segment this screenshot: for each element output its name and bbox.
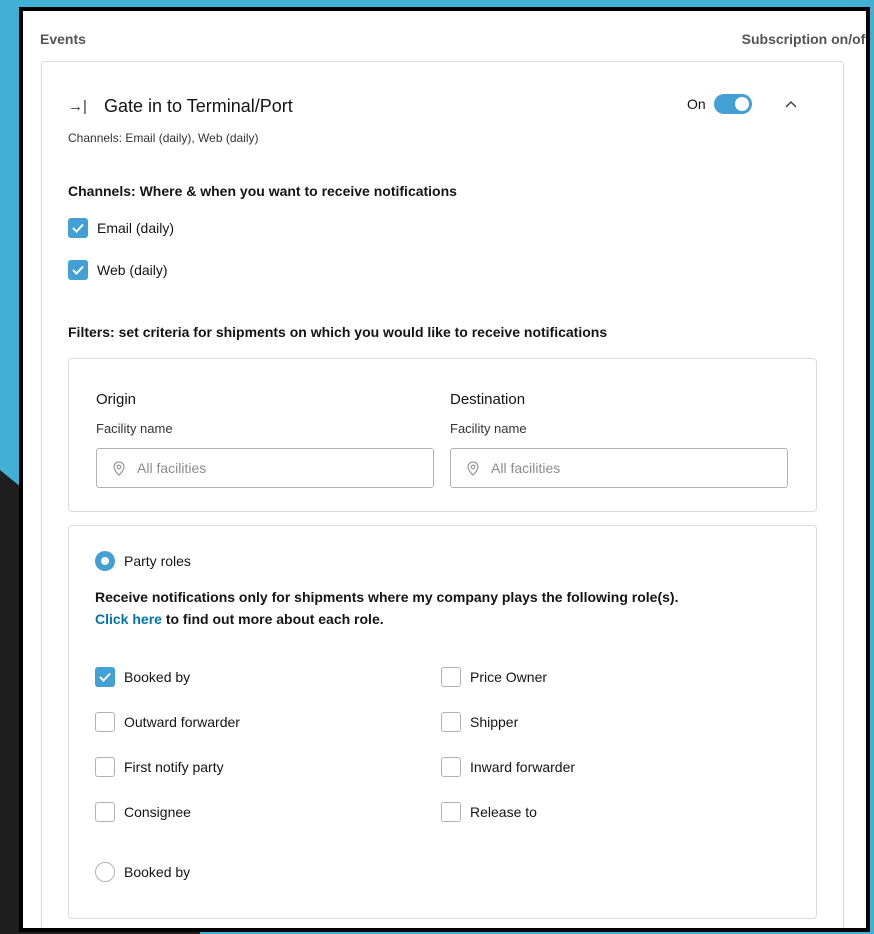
link-suffix-text: to find out more about each role. [161,611,384,627]
checkbox-empty-icon [441,802,461,822]
booked-by-radio-label: Booked by [124,864,191,880]
channel-email-label: Email (daily) [97,220,175,236]
checkbox-empty-icon [441,712,461,732]
party-roles-panel: Party roles Receive notifications only f… [68,525,817,919]
channel-web-checkbox[interactable]: Web (daily) [68,260,168,280]
event-card: →| Gate in to Terminal/Port Channels: Em… [41,61,844,928]
event-title-row: →| Gate in to Terminal/Port [68,96,293,117]
role-release-to-checkbox[interactable]: Release to [441,802,537,822]
event-title: Gate in to Terminal/Port [104,96,293,116]
origin-placeholder: All facilities [137,460,207,476]
role-label: Outward forwarder [124,714,240,730]
role-price-owner-checkbox[interactable]: Price Owner [441,667,547,687]
facility-filter-panel: Origin Facility name All facilities Dest… [68,358,817,512]
checkbox-checked-icon [95,667,115,687]
notification-settings-window: Events Subscription on/off →| Gate in to… [19,7,870,932]
radio-selected-icon [95,551,115,571]
filters-heading: Filters: set criteria for shipments on w… [68,324,608,340]
chevron-up-icon[interactable] [785,96,797,111]
checkbox-checked-icon [68,218,88,238]
checkbox-empty-icon [441,667,461,687]
party-roles-description: Receive notifications only for shipments… [95,589,679,605]
checkbox-empty-icon [95,757,115,777]
role-shipper-checkbox[interactable]: Shipper [441,712,518,732]
role-booked-by-checkbox[interactable]: Booked by [95,667,190,687]
destination-facility-input[interactable]: All facilities [450,448,788,488]
arrow-to-bar-icon: →| [68,98,87,115]
role-outward-forwarder-checkbox[interactable]: Outward forwarder [95,712,240,732]
events-header: Events Subscription on/off [40,31,866,47]
party-roles-label: Party roles [124,553,191,569]
event-channels-summary: Channels: Email (daily), Web (daily) [68,131,259,145]
click-here-link[interactable]: Click here [95,611,162,627]
subscription-toggle-group: On [687,94,752,114]
role-label: Shipper [470,714,519,730]
party-roles-radio[interactable]: Party roles [95,551,191,571]
role-label: Price Owner [470,669,548,685]
location-pin-icon [467,460,479,476]
destination-placeholder: All facilities [491,460,561,476]
subscription-label: Subscription on/off [741,31,870,47]
role-label: Consignee [124,804,191,820]
origin-sublabel: Facility name [96,421,173,436]
toggle-label: On [687,96,706,112]
role-label: Inward forwarder [470,759,576,775]
checkbox-empty-icon [441,757,461,777]
role-consignee-checkbox[interactable]: Consignee [95,802,191,822]
toggle-knob [734,97,749,111]
destination-label: Destination [450,391,526,408]
role-label: Release to [470,804,537,820]
location-pin-icon [113,460,125,476]
channel-web-label: Web (daily) [97,262,168,278]
origin-label: Origin [96,391,137,408]
origin-facility-input[interactable]: All facilities [96,448,434,488]
booked-by-radio[interactable]: Booked by [95,862,190,882]
role-label: Booked by [124,669,191,685]
events-label: Events [40,31,86,47]
party-roles-link-line: Click here to find out more about each r… [95,611,384,627]
subscription-toggle[interactable] [713,94,752,114]
channels-heading: Channels: Where & when you want to recei… [68,183,457,199]
channel-email-checkbox[interactable]: Email (daily) [68,218,174,238]
role-first-notify-party-checkbox[interactable]: First notify party [95,757,224,777]
radio-empty-icon [95,862,115,882]
destination-sublabel: Facility name [450,421,527,436]
checkbox-empty-icon [95,712,115,732]
role-label: First notify party [124,759,224,775]
role-inward-forwarder-checkbox[interactable]: Inward forwarder [441,757,575,777]
checkbox-empty-icon [95,802,115,822]
checkbox-checked-icon [68,260,88,280]
